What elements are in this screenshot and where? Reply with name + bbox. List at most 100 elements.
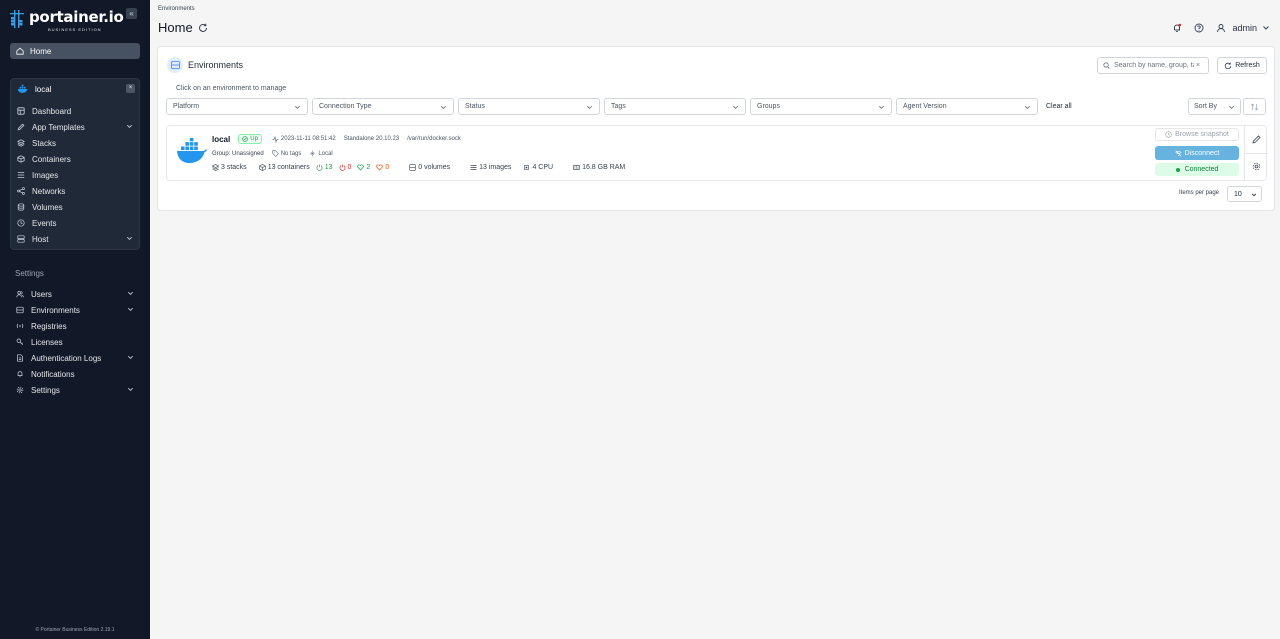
edit-icon[interactable] — [1252, 135, 1261, 144]
sidebar-footer: © Portainer Business Edition 2.19.1 — [35, 627, 115, 633]
sidebar-item-registries[interactable]: Registries — [10, 318, 140, 334]
sidebar-item-users[interactable]: Users — [10, 286, 140, 302]
sidebar-item-settings[interactable]: Settings — [10, 382, 140, 398]
images-count: 13 images — [470, 164, 511, 171]
sidebar: portainer.io BUSINESS EDITION « Home loc… — [0, 0, 150, 639]
close-environment-button[interactable]: × — [126, 84, 135, 93]
bell-icon[interactable] — [1172, 23, 1182, 33]
tags-text: No tags — [280, 150, 302, 157]
search-input[interactable] — [1114, 62, 1194, 69]
images-icon — [470, 165, 477, 170]
user-icon[interactable] — [1216, 23, 1226, 33]
refresh-button-label: Refresh — [1235, 62, 1260, 69]
chevron-down-icon — [587, 105, 592, 109]
gear-icon[interactable] — [1252, 162, 1261, 171]
environment-item[interactable]: local Up 2023-11-11 08:51:42 Standalone … — [166, 125, 1268, 181]
sidebar-item-images[interactable]: Images — [11, 167, 139, 183]
sidebar-item-licenses[interactable]: Licenses — [10, 334, 140, 350]
timestamp-text: 2023-11-11 08:51:42 — [280, 136, 336, 142]
stacks-icon — [212, 164, 219, 171]
sidebar-item-containers[interactable]: Containers — [11, 151, 139, 167]
status-dot — [1175, 167, 1180, 172]
server-icon — [17, 235, 25, 243]
clear-all-filters-link[interactable]: Clear all — [1046, 103, 1072, 110]
filter-platform[interactable]: Platform — [166, 98, 308, 115]
last-check-timestamp: 2023-11-11 08:51:42 — [272, 135, 336, 143]
sidebar-item-host[interactable]: Host — [11, 231, 139, 247]
gear-icon — [16, 386, 24, 394]
refresh-icon — [1225, 62, 1232, 69]
browse-snapshot-button[interactable]: Browse snapshot — [1155, 128, 1239, 141]
chevron-down-icon — [128, 307, 133, 311]
sidebar-item-label: Host — [32, 234, 49, 244]
sidebar-item-events[interactable]: Events — [11, 215, 139, 231]
stacks-count: 3 stacks — [212, 164, 247, 171]
sort-direction-button[interactable] — [1243, 98, 1266, 115]
refresh-button[interactable]: Refresh — [1217, 57, 1267, 74]
environment-tags: No tags — [272, 150, 302, 157]
items-per-page-label: Items per page — [1179, 190, 1220, 196]
portainer-logo[interactable]: portainer.io BUSINESS EDITION — [9, 6, 124, 32]
sidebar-item-volumes[interactable]: Volumes — [11, 199, 139, 215]
sidebar-item-label: Dashboard — [32, 106, 72, 116]
environment-socket: /var/run/docker.sock — [407, 136, 461, 142]
sidebar-item-notifications[interactable]: Notifications — [10, 366, 140, 382]
environment-section: local × Dashboard App Templates Stacks Cont… — [10, 78, 140, 250]
collapse-sidebar-button[interactable]: « — [126, 8, 137, 19]
unhealthy-containers: 0 — [376, 164, 389, 171]
chevron-down-icon — [295, 105, 300, 109]
sidebar-item-stacks[interactable]: Stacks — [11, 135, 139, 151]
search-icon — [1103, 62, 1110, 69]
heartbeat-icon — [242, 136, 248, 142]
sidebar-item-dashboard[interactable]: Dashboard — [11, 103, 139, 119]
header-actions: admin — [1160, 20, 1270, 36]
filter-agent-version[interactable]: Agent Version — [896, 98, 1038, 115]
chevron-down-icon — [127, 236, 132, 240]
home-icon — [16, 47, 24, 55]
environments-icon — [16, 306, 24, 314]
ram-amount: 16.8 GB RAM — [573, 164, 625, 171]
healthy-containers: 2 — [357, 164, 370, 171]
filter-label: Agent Version — [903, 103, 947, 110]
environments-icon — [167, 57, 183, 73]
filter-label: Groups — [757, 103, 780, 110]
environment-group: Group: Unassigned — [212, 150, 264, 157]
sidebar-item-authentication-logs[interactable]: Authentication Logs — [10, 350, 140, 366]
stacks-icon — [17, 139, 25, 147]
plug-icon — [310, 150, 316, 157]
disconnect-button[interactable]: Disconnect — [1155, 146, 1239, 160]
file-icon — [17, 354, 23, 362]
environment-header[interactable]: local — [11, 79, 139, 99]
connected-status: Connected — [1155, 163, 1239, 176]
stopped-text: 0 — [347, 164, 352, 171]
sidebar-item-home[interactable]: Home — [10, 43, 140, 59]
environments-card: Environments × Refresh Click on an envir… — [157, 46, 1275, 211]
sort-by-label: Sort By — [1194, 103, 1217, 110]
ram-text: 16.8 GB RAM — [582, 164, 626, 171]
sidebar-item-label: Stacks — [32, 138, 57, 148]
search-box[interactable]: × — [1097, 57, 1209, 74]
sidebar-item-label: Networks — [32, 186, 66, 196]
chevron-down-icon — [128, 387, 133, 391]
filter-label: Status — [465, 103, 485, 110]
tag-icon — [272, 150, 279, 157]
filter-groups[interactable]: Groups — [750, 98, 892, 115]
bell-icon — [17, 371, 23, 378]
chevron-down-icon[interactable] — [1262, 24, 1270, 32]
sidebar-item-label: Users — [31, 289, 52, 299]
filter-connection-type[interactable]: Connection Type — [312, 98, 454, 115]
filter-status[interactable]: Status — [458, 98, 600, 115]
filter-tags[interactable]: Tags — [604, 98, 746, 115]
sort-by-select[interactable]: Sort By — [1188, 98, 1241, 115]
user-menu-label[interactable]: admin — [1232, 23, 1257, 33]
sidebar-item-networks[interactable]: Networks — [11, 183, 139, 199]
clear-search-icon[interactable]: × — [1196, 62, 1200, 69]
items-per-page-select[interactable]: 10 — [1227, 186, 1262, 202]
sidebar-item-environments[interactable]: Environments — [10, 302, 140, 318]
refresh-icon[interactable] — [198, 23, 208, 33]
sidebar-item-app-templates[interactable]: App Templates — [11, 119, 139, 135]
status-badge: Up — [238, 134, 262, 144]
breadcrumb[interactable]: Environments — [158, 6, 195, 12]
card-title: Environments — [188, 60, 244, 70]
help-icon[interactable] — [1194, 23, 1204, 33]
